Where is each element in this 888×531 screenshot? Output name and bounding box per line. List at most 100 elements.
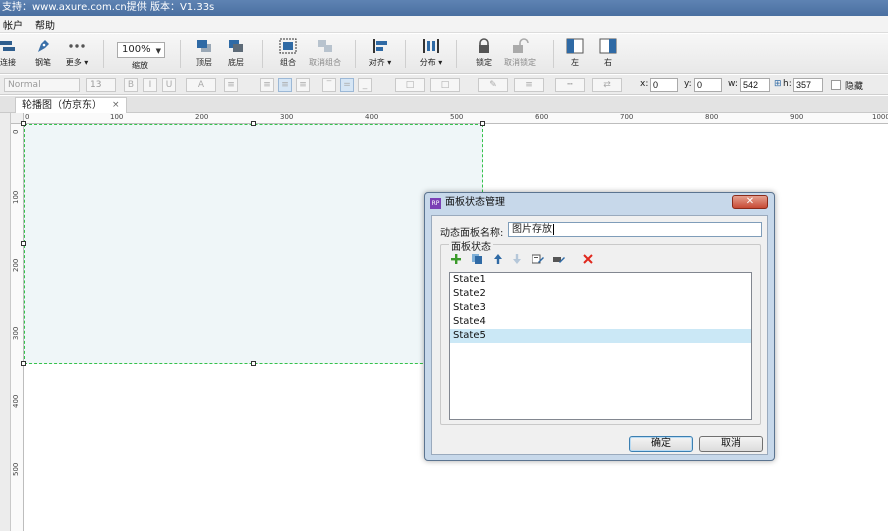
ruler-top-label: 200 <box>195 113 209 121</box>
more-dots-icon <box>68 37 86 55</box>
resize-handle[interactable] <box>480 121 485 126</box>
menu-help[interactable]: 帮助 <box>35 17 55 32</box>
ruler-top-label: 800 <box>705 113 719 121</box>
group-button[interactable]: 组合 <box>270 37 306 68</box>
dynamic-panel[interactable] <box>24 124 483 364</box>
add-state-icon[interactable] <box>449 252 463 266</box>
bring-to-front-icon <box>195 37 213 55</box>
state-list-item[interactable]: State3 <box>450 301 751 315</box>
cancel-button[interactable]: 取消 <box>699 436 763 452</box>
x-input[interactable] <box>650 78 678 92</box>
fill-color-button[interactable]: □ <box>395 78 425 92</box>
align-button[interactable]: 对齐 ▾ <box>362 37 398 68</box>
state-list-item[interactable]: State4 <box>450 315 751 329</box>
connect-button[interactable]: 连接 <box>0 37 26 68</box>
italic-button[interactable]: I <box>143 78 157 92</box>
lock-icon <box>476 37 492 55</box>
shadow-button[interactable]: □ <box>430 78 460 92</box>
state-list-item[interactable]: State1 <box>450 273 751 287</box>
delete-state-icon[interactable] <box>581 252 595 266</box>
toolbar-separator <box>355 40 356 68</box>
ruler-left-label: 0 <box>12 129 20 134</box>
dialog-body: 动态面板名称: 图片存放 面板状态 State1 State2 State3 S… <box>431 215 768 455</box>
move-down-icon[interactable] <box>510 252 524 266</box>
title-bar: 支持：www.axure.com.cn提供 版本：V1.33s <box>0 0 888 16</box>
duplicate-state-icon[interactable] <box>470 252 484 266</box>
left-panel-button[interactable]: 左 <box>557 37 593 68</box>
hide-checkbox[interactable] <box>831 80 841 90</box>
line-width-button[interactable]: ≡ <box>514 78 544 92</box>
ruler-top-label: 500 <box>450 113 464 121</box>
resize-handle[interactable] <box>251 121 256 126</box>
dialog-titlebar[interactable]: RP 面板状态管理 <box>425 193 774 213</box>
valign-bottom-icon[interactable]: _ <box>358 78 372 92</box>
more-button[interactable]: 更多 ▾ <box>59 37 95 68</box>
tab-carousel-page[interactable]: 轮播图（仿京东） × <box>15 97 127 113</box>
line-style-button[interactable]: ┅ <box>555 78 585 92</box>
move-up-icon[interactable] <box>491 252 505 266</box>
ungroup-icon <box>316 37 334 55</box>
resize-handle[interactable] <box>21 241 26 246</box>
ungroup-button[interactable]: 取消组合 <box>307 37 343 68</box>
menu-account[interactable]: 帐户 <box>3 17 23 32</box>
lock-button[interactable]: 锁定 <box>466 37 502 68</box>
state-list-item[interactable]: State5 <box>450 329 751 343</box>
send-to-back-icon <box>227 37 245 55</box>
y-input[interactable] <box>694 78 722 92</box>
ruler-top-label: 900 <box>790 113 804 121</box>
panel-states-group: 面板状态 State1 State2 State3 State4 State5 <box>440 238 761 425</box>
distribute-button[interactable]: 分布 ▾ <box>413 37 449 68</box>
state-list-item[interactable]: State2 <box>450 287 751 301</box>
valign-middle-icon[interactable]: = <box>340 78 354 92</box>
width-input[interactable] <box>740 78 770 92</box>
bring-to-top-button[interactable]: 顶层 <box>186 37 222 68</box>
height-input[interactable] <box>793 78 823 92</box>
ruler-top-label: 600 <box>535 113 549 121</box>
toolbar-separator <box>262 40 263 68</box>
states-list[interactable]: State1 State2 State3 State4 State5 <box>449 272 752 420</box>
ruler-top-label: 400 <box>365 113 379 121</box>
font-color-button[interactable]: A <box>186 78 216 92</box>
title-text: 支持：www.axure.com.cn提供 版本：V1.33s <box>2 2 215 13</box>
w-label: w: <box>728 79 738 89</box>
edit-state-icon[interactable] <box>531 252 545 266</box>
zoom-label: 缩放 <box>132 61 148 70</box>
align-text-center-icon[interactable]: ≡ <box>278 78 292 92</box>
panel-states-legend: 面板状态 <box>449 238 493 253</box>
toolbar-separator <box>405 40 406 68</box>
resize-handle[interactable] <box>21 361 26 366</box>
close-icon[interactable]: × <box>112 98 120 113</box>
unlock-button[interactable]: 取消锁定 <box>502 37 538 68</box>
valign-top-icon[interactable]: ‾ <box>322 78 336 92</box>
resize-handle[interactable] <box>251 361 256 366</box>
close-button[interactable]: ✕ <box>732 195 768 209</box>
connector-icon <box>0 37 17 55</box>
edit-all-states-icon[interactable] <box>552 252 566 266</box>
link-ratio-icon[interactable]: ⊞ <box>774 79 782 89</box>
dialog-title: 面板状态管理 <box>445 197 505 208</box>
line-color-button[interactable]: ✎ <box>478 78 508 92</box>
group-icon <box>279 37 297 55</box>
send-to-bottom-button[interactable]: 底层 <box>218 37 254 68</box>
axure-app-icon: RP <box>430 198 441 209</box>
font-style-select[interactable]: Normal <box>4 78 80 92</box>
pen-button[interactable]: 钢笔 <box>25 37 61 68</box>
align-text-right-icon[interactable]: ≡ <box>296 78 310 92</box>
resize-handle[interactable] <box>21 121 26 126</box>
right-pane-icon <box>599 37 617 55</box>
bullet-list-icon[interactable]: ≡ <box>224 78 238 92</box>
panel-state-manager-dialog: RP 面板状态管理 ✕ 动态面板名称: 图片存放 面板状态 State1 Sta… <box>424 192 775 461</box>
align-text-left-icon[interactable]: ≡ <box>260 78 274 92</box>
right-panel-button[interactable]: 右 <box>590 37 626 68</box>
ruler-left-label: 400 <box>12 394 20 408</box>
arrow-style-button[interactable]: ⇄ <box>592 78 622 92</box>
chevron-down-icon: ▼ <box>155 47 161 55</box>
font-size-select[interactable]: 13 <box>86 78 116 92</box>
panel-name-input[interactable]: 图片存放 <box>508 222 762 237</box>
underline-button[interactable]: U <box>162 78 176 92</box>
menu-bar: 帐户 帮助 <box>0 16 888 33</box>
bold-button[interactable]: B <box>124 78 138 92</box>
zoom-select[interactable]: 100% ▼ <box>117 42 165 58</box>
toolbar-separator <box>456 40 457 68</box>
ok-button[interactable]: 确定 <box>629 436 693 452</box>
